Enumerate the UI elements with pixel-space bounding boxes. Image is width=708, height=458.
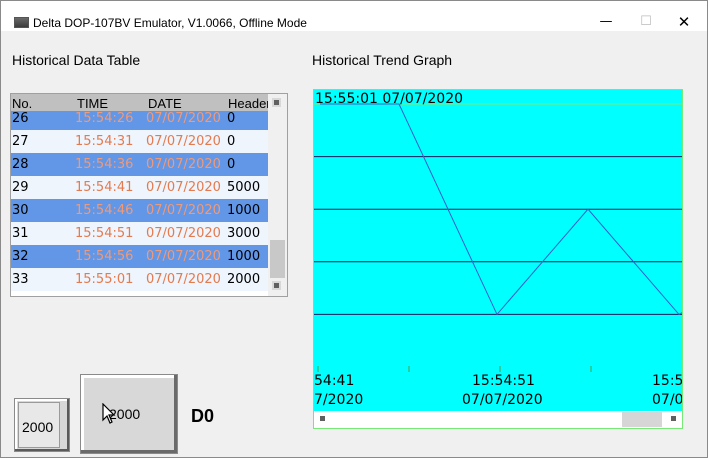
- cell-value: 3000: [227, 226, 261, 241]
- numeric-input-button[interactable]: 2000: [14, 398, 70, 452]
- column-header-date: DATE: [148, 96, 182, 111]
- table-row[interactable]: 31 15:54:51 07/07/2020 3000: [11, 222, 268, 245]
- cell-time: 15:54:36: [75, 157, 134, 172]
- scroll-thumb[interactable]: [270, 240, 285, 278]
- x-tick-label-date: 07/07: [652, 392, 683, 408]
- historical-data-table[interactable]: 26 15:54:26 07/07/2020 0 27 15:54:31 07/07/202…: [10, 93, 288, 297]
- numeric-display-button[interactable]: 2000: [80, 374, 178, 454]
- cell-date: 07/07/2020: [146, 180, 221, 195]
- graph-timestamp: 15:55:01 07/07/2020: [315, 91, 464, 107]
- x-tick-label-time: 54:41: [314, 373, 355, 389]
- trend-plot: [314, 103, 682, 372]
- table-row[interactable]: 29 15:54:41 07/07/2020 5000: [11, 176, 268, 199]
- trend-graph[interactable]: 15:55:01 07/07/2020 54:41 7/2020 15:54:51 0…: [313, 89, 683, 429]
- x-tick-label-time: 15:54:51: [472, 373, 535, 389]
- cell-value: 0: [227, 157, 236, 172]
- column-header-no: No.: [12, 96, 33, 111]
- title-bar[interactable]: Delta DOP-107BV Emulator, V1.0066, Offli…: [1, 1, 707, 31]
- cell-no: 29: [12, 180, 29, 195]
- scroll-right-icon[interactable]: [671, 416, 676, 421]
- table-section-title: Historical Data Table: [12, 52, 141, 68]
- cell-no: 26: [12, 111, 29, 126]
- graph-horizontal-scrollbar[interactable]: [314, 411, 682, 428]
- mouse-cursor-icon: [102, 403, 116, 424]
- cell-value: 5000: [227, 180, 261, 195]
- cell-value: 2000: [227, 272, 261, 287]
- emulator-window: Delta DOP-107BV Emulator, V1.0066, Offli…: [0, 0, 708, 458]
- table-row[interactable]: 28 15:54:36 07/07/2020 0: [11, 153, 268, 176]
- cell-time: 15:54:31: [75, 134, 134, 149]
- column-header-time: TIME: [77, 96, 109, 111]
- cell-time: 15:54:41: [75, 180, 134, 195]
- table-header: No. TIME DATE Header: [11, 94, 271, 111]
- x-tick-label-date: 07/07/2020: [462, 392, 543, 408]
- cell-date: 07/07/2020: [146, 111, 221, 126]
- x-tick-label-date: 7/2020: [314, 392, 364, 408]
- cell-date: 07/07/2020: [146, 203, 221, 218]
- cell-date: 07/07/2020: [146, 272, 221, 287]
- cell-no: 33: [12, 272, 29, 287]
- table-row[interactable]: 32 15:54:56 07/07/2020 1000: [11, 245, 268, 268]
- cell-time: 15:54:56: [75, 249, 134, 264]
- numeric-input-value: 2000: [22, 419, 54, 435]
- cell-value: 0: [227, 134, 236, 149]
- cell-value: 1000: [227, 249, 261, 264]
- cell-no: 28: [12, 157, 29, 172]
- cell-date: 07/07/2020: [146, 249, 221, 264]
- graph-section-title: Historical Trend Graph: [312, 52, 453, 68]
- cell-value: 1000: [227, 203, 261, 218]
- cell-value: 0: [227, 111, 236, 126]
- window-title: Delta DOP-107BV Emulator, V1.0066, Offli…: [33, 16, 307, 30]
- x-tick-label-time: 15:5: [652, 373, 683, 389]
- cell-date: 07/07/2020: [146, 134, 221, 149]
- table-row[interactable]: 27 15:54:31 07/07/2020 0: [11, 130, 268, 153]
- cell-no: 31: [12, 226, 29, 241]
- cell-no: 32: [12, 249, 29, 264]
- table-rows: 26 15:54:26 07/07/2020 0 27 15:54:31 07/07/202…: [11, 107, 268, 291]
- cell-time: 15:54:26: [75, 111, 134, 126]
- scroll-thumb-horizontal[interactable]: [622, 412, 662, 427]
- close-button[interactable]: ✕: [661, 8, 707, 32]
- app-icon: [14, 17, 29, 28]
- scroll-left-icon[interactable]: [320, 416, 325, 421]
- register-label: D0: [191, 406, 215, 426]
- cell-time: 15:55:01: [75, 272, 134, 287]
- scroll-track[interactable]: [332, 414, 664, 425]
- cell-no: 27: [12, 134, 29, 149]
- column-header-value: Header: [228, 96, 271, 111]
- cell-no: 30: [12, 203, 29, 218]
- scroll-up-icon[interactable]: [272, 98, 281, 107]
- cell-date: 07/07/2020: [146, 226, 221, 241]
- cell-date: 07/07/2020: [146, 157, 221, 172]
- numeric-input-face: 2000: [18, 402, 60, 448]
- cell-time: 15:54:46: [75, 203, 134, 218]
- table-row[interactable]: 33 15:55:01 07/07/2020 2000: [11, 268, 268, 291]
- table-row[interactable]: 30 15:54:46 07/07/2020 1000: [11, 199, 268, 222]
- scroll-down-icon[interactable]: [272, 281, 281, 290]
- table-vertical-scrollbar[interactable]: [268, 94, 287, 296]
- cell-time: 15:54:51: [75, 226, 134, 241]
